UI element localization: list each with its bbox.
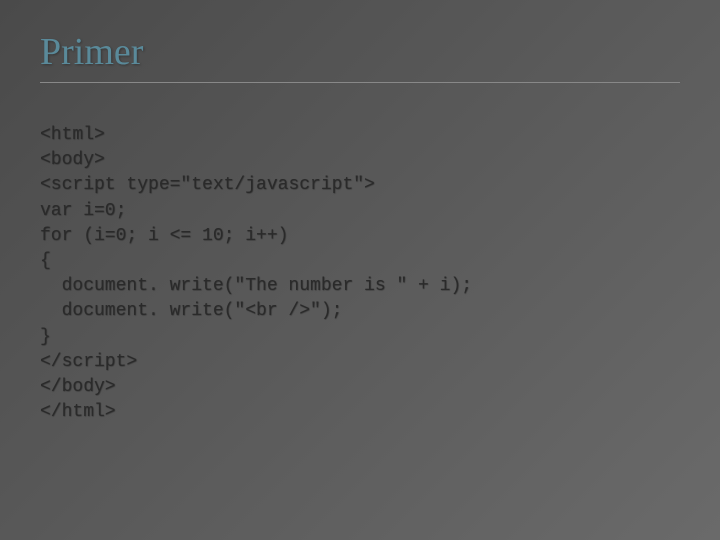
code-line: <script type="text/javascript"> xyxy=(40,173,680,198)
code-line: </body> xyxy=(40,375,680,400)
code-block: <html><body><script type="text/javascrip… xyxy=(40,123,680,425)
code-line: document. write("The number is " + i); xyxy=(40,274,680,299)
slide-title: Primer xyxy=(40,30,680,74)
code-line: { xyxy=(40,249,680,274)
slide-container: Primer <html><body><script type="text/ja… xyxy=(0,0,720,540)
code-line: </script> xyxy=(40,350,680,375)
code-line: for (i=0; i <= 10; i++) xyxy=(40,224,680,249)
code-line: </html> xyxy=(40,400,680,425)
code-line: <body> xyxy=(40,148,680,173)
code-line: } xyxy=(40,325,680,350)
code-line: document. write("<br />"); xyxy=(40,299,680,324)
code-line: var i=0; xyxy=(40,199,680,224)
code-line: <html> xyxy=(40,123,680,148)
title-divider xyxy=(40,82,680,83)
